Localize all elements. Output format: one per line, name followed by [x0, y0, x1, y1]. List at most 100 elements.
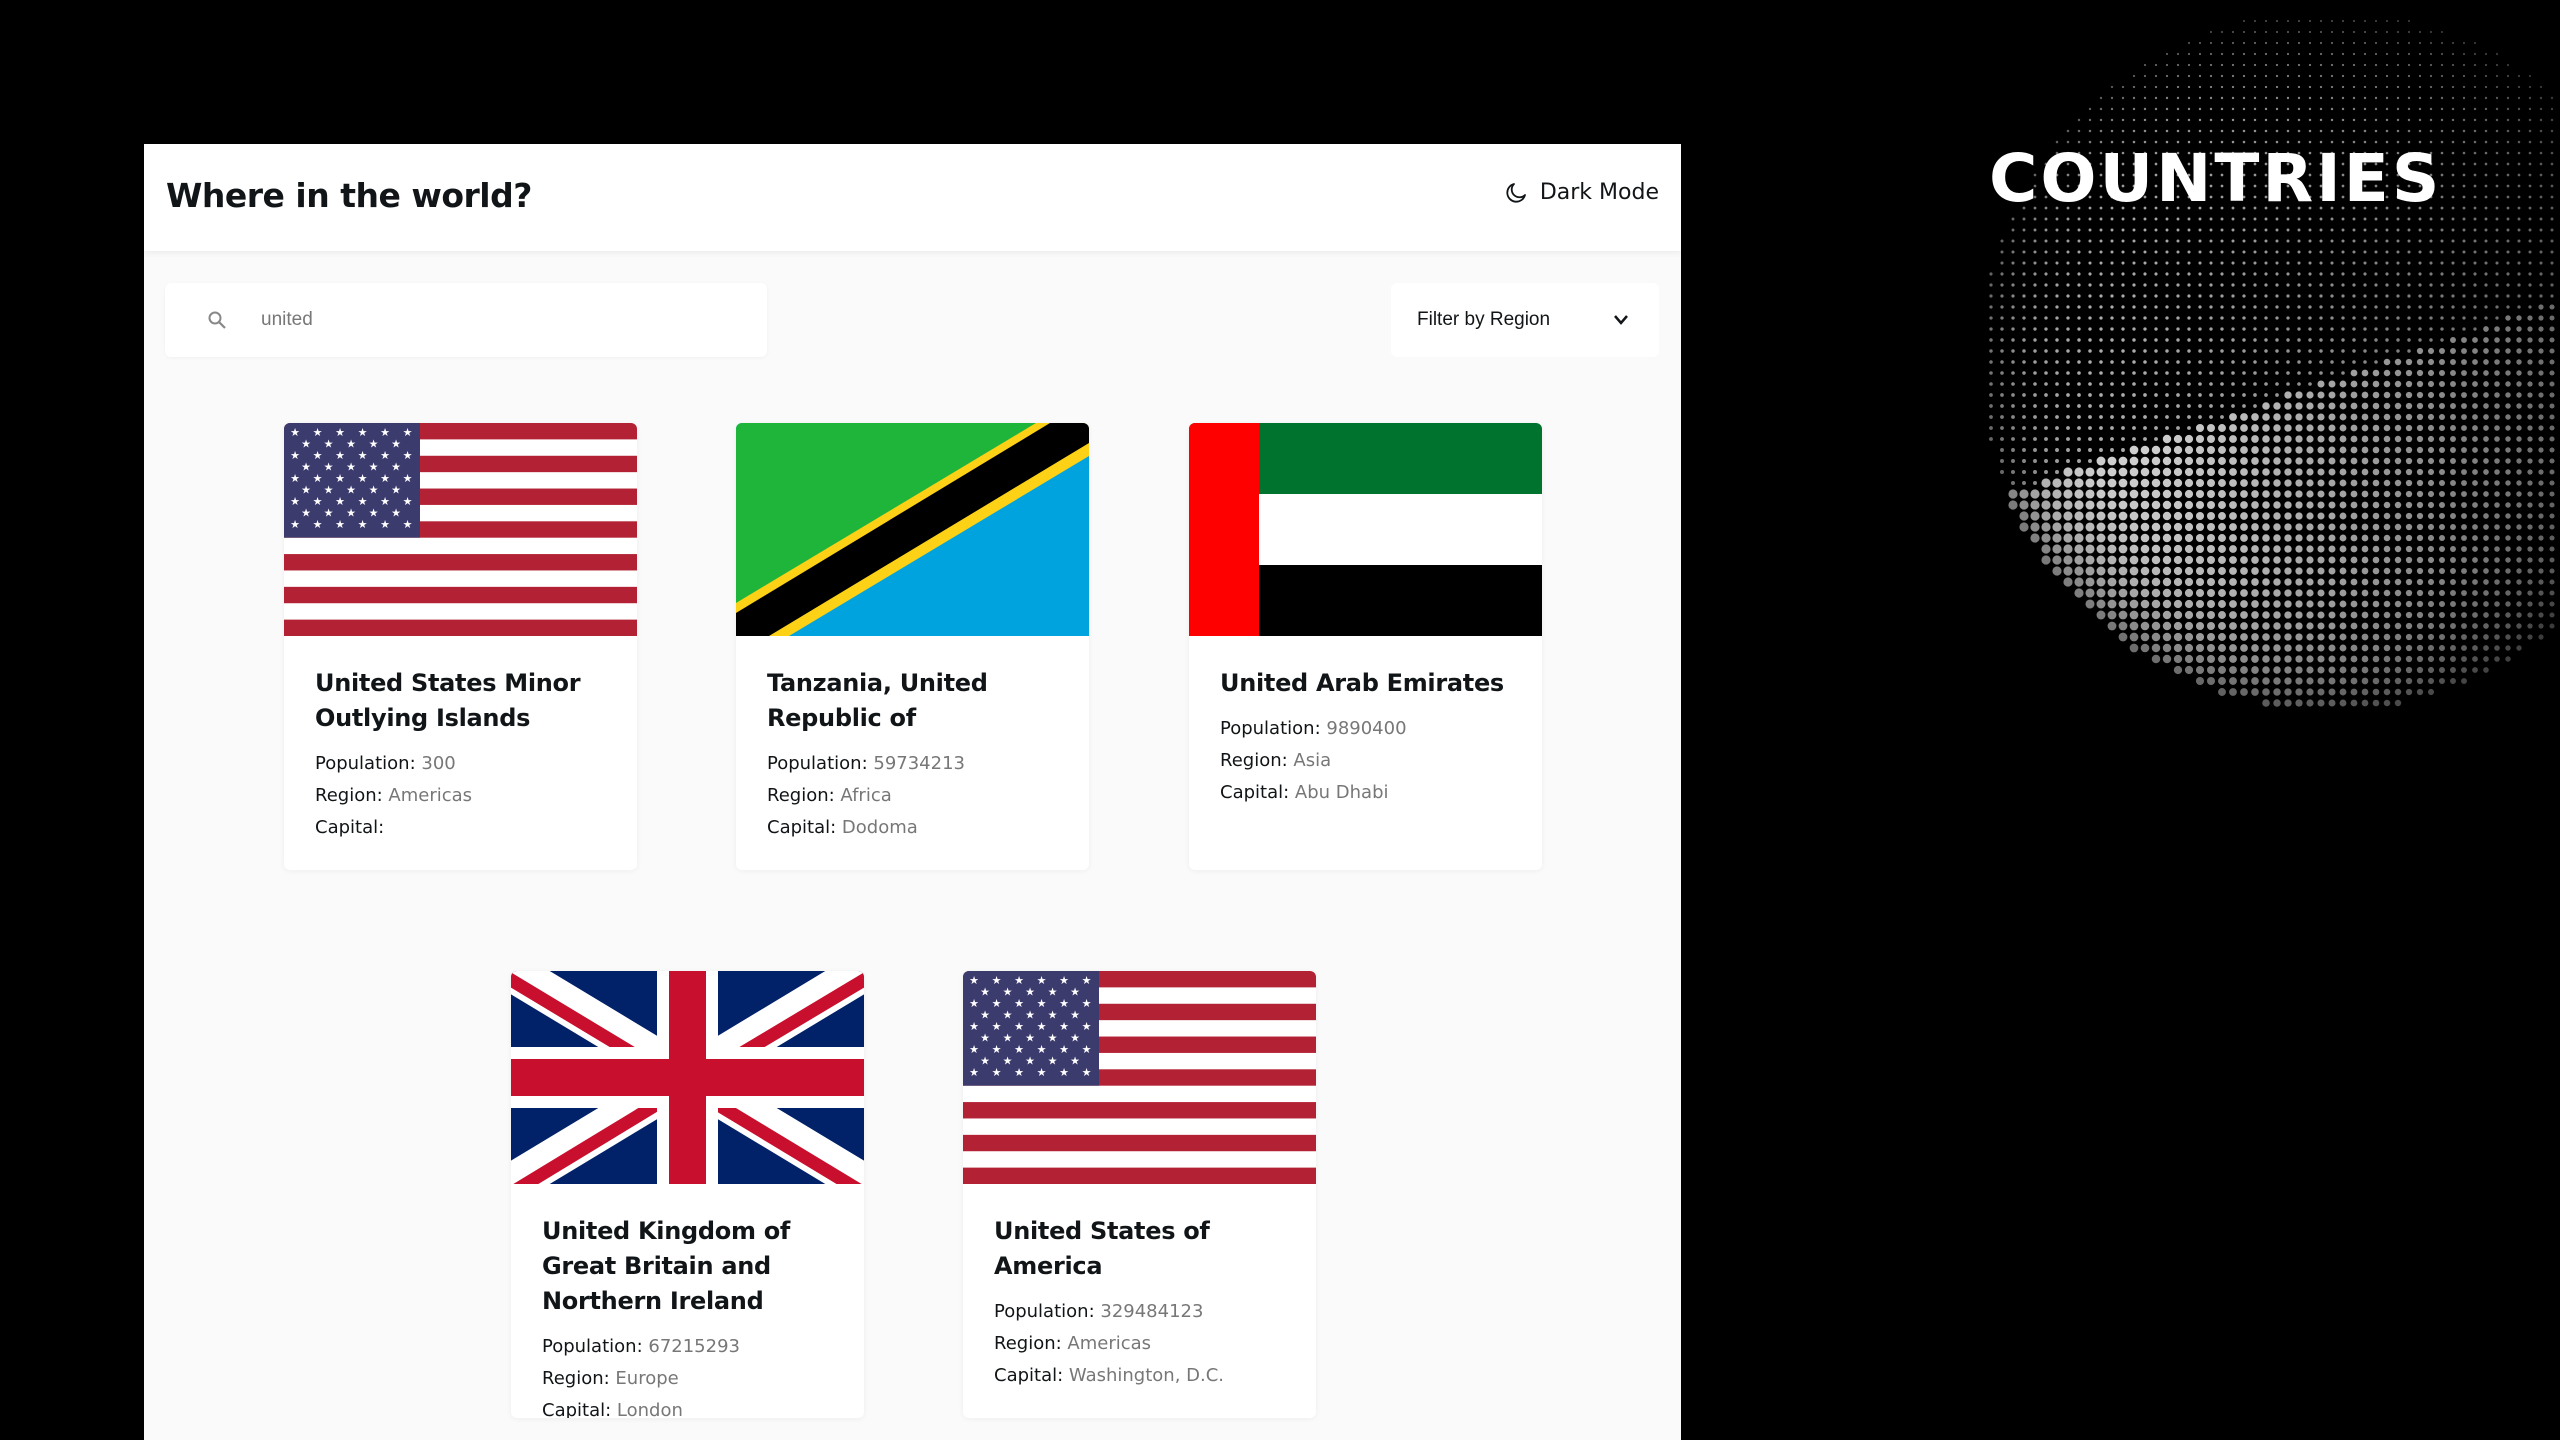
svg-text:★: ★ [358, 518, 368, 531]
svg-text:★: ★ [1048, 1009, 1058, 1022]
svg-text:★: ★ [1003, 1009, 1013, 1022]
svg-text:★: ★ [969, 1066, 979, 1079]
svg-text:★: ★ [1025, 1032, 1035, 1045]
svg-text:★: ★ [1037, 997, 1047, 1010]
svg-text:★: ★ [992, 1066, 1002, 1079]
region-row: Region: Africa [767, 780, 1058, 812]
country-card[interactable]: United Kingdom of Great Britain and Nort… [511, 971, 864, 1418]
svg-text:★: ★ [358, 472, 368, 485]
svg-text:★: ★ [1048, 1032, 1058, 1045]
page-title: Where in the world? [166, 176, 532, 215]
country-card[interactable]: United Arab Emirates Population: 9890400… [1189, 423, 1542, 870]
svg-text:★: ★ [335, 495, 345, 508]
svg-text:★: ★ [1048, 1055, 1058, 1068]
svg-text:★: ★ [403, 426, 413, 439]
svg-text:★: ★ [391, 461, 401, 474]
svg-text:★: ★ [1082, 1020, 1092, 1033]
population-row: Population: 329484123 [994, 1296, 1285, 1328]
region-value: Americas [1067, 1333, 1152, 1354]
capital-label: Capital: [1220, 782, 1290, 803]
svg-text:★: ★ [391, 438, 401, 451]
country-card[interactable]: ★ ★ ★ ★ ★ ★ ★ ★ ★ ★ ★ ★ ★ ★ ★ ★ ★ ★ ★ ★ ★ ★ ★ ★ ★ ★ ★ ★ ★ ★ ★ ★ ★ ★ ★ ★ ★ ★ ★ ★… [284, 423, 637, 870]
svg-text:★: ★ [335, 449, 345, 462]
svg-text:★: ★ [1037, 1020, 1047, 1033]
capital-label: Capital: [994, 1365, 1064, 1386]
svg-text:★: ★ [369, 484, 379, 497]
svg-text:★: ★ [380, 495, 390, 508]
search-box[interactable] [165, 283, 767, 357]
region-row: Region: Americas [994, 1328, 1285, 1360]
moon-icon [1506, 182, 1526, 203]
population-label: Population: [1220, 718, 1321, 739]
svg-text:★: ★ [969, 1043, 979, 1056]
svg-text:★: ★ [969, 997, 979, 1010]
region-label: Region: [542, 1368, 610, 1389]
svg-text:★: ★ [992, 974, 1002, 987]
chevron-down-icon [1614, 315, 1628, 325]
svg-text:★: ★ [369, 507, 379, 520]
svg-text:★: ★ [380, 518, 390, 531]
card-body: Tanzania, United Republic of Population:… [736, 636, 1089, 844]
svg-text:★: ★ [380, 426, 390, 439]
search-input[interactable] [259, 308, 663, 332]
svg-text:★: ★ [403, 495, 413, 508]
svg-text:★: ★ [346, 438, 356, 451]
population-value: 59734213 [873, 753, 965, 774]
svg-text:★: ★ [1048, 986, 1058, 999]
country-name: United Arab Emirates [1220, 669, 1504, 697]
svg-text:★: ★ [1003, 986, 1013, 999]
filter-label: Filter by Region [1417, 309, 1551, 330]
population-value: 329484123 [1100, 1301, 1204, 1322]
svg-text:★: ★ [290, 495, 300, 508]
svg-text:★: ★ [290, 449, 300, 462]
svg-text:★: ★ [1059, 974, 1069, 987]
region-row: Region: Americas [315, 780, 606, 812]
svg-text:★: ★ [1070, 986, 1080, 999]
region-value: Africa [840, 785, 892, 806]
svg-text:★: ★ [369, 438, 379, 451]
svg-text:★: ★ [313, 495, 323, 508]
capital-row: Capital: London [542, 1395, 833, 1418]
svg-text:★: ★ [313, 449, 323, 462]
app-window: Where in the world? Dark Mode Filter by … [144, 144, 1681, 1440]
svg-text:★: ★ [1059, 1020, 1069, 1033]
capital-label: Capital: [767, 817, 837, 838]
svg-text:★: ★ [403, 518, 413, 531]
country-card[interactable]: ★ ★ ★ ★ ★ ★ ★ ★ ★ ★ ★ ★ ★ ★ ★ ★ ★ ★ ★ ★ ★ ★ ★ ★ ★ ★ ★ ★ ★ ★ ★ ★ ★ ★ ★ ★ ★ ★ ★ ★… [963, 971, 1316, 1418]
capital-value: Abu Dhabi [1294, 782, 1389, 803]
capital-row: Capital: Abu Dhabi [1220, 777, 1511, 809]
population-row: Population: 59734213 [767, 748, 1058, 780]
svg-text:★: ★ [1082, 1066, 1092, 1079]
svg-text:★: ★ [1014, 1020, 1024, 1033]
svg-text:★: ★ [1014, 1066, 1024, 1079]
capital-row: Capital: [315, 812, 606, 844]
svg-text:★: ★ [313, 472, 323, 485]
population-value: 67215293 [648, 1336, 740, 1357]
svg-text:★: ★ [1059, 1043, 1069, 1056]
country-name: United States of America [994, 1217, 1210, 1280]
region-value: Asia [1293, 750, 1332, 771]
svg-text:★: ★ [1014, 974, 1024, 987]
svg-text:★: ★ [335, 472, 345, 485]
population-label: Population: [315, 753, 416, 774]
population-row: Population: 67215293 [542, 1331, 833, 1363]
svg-text:★: ★ [346, 507, 356, 520]
card-body: United States Minor Outlying Islands Pop… [284, 636, 637, 844]
svg-text:★: ★ [1070, 1009, 1080, 1022]
region-filter-dropdown[interactable]: Filter by Region [1391, 283, 1659, 357]
svg-text:★: ★ [1082, 974, 1092, 987]
population-label: Population: [767, 753, 868, 774]
svg-text:★: ★ [346, 461, 356, 474]
country-card[interactable]: Tanzania, United Republic of Population:… [736, 423, 1089, 870]
uae-flag-icon [1189, 423, 1542, 636]
dark-mode-toggle[interactable]: Dark Mode [1504, 180, 1659, 205]
svg-text:★: ★ [301, 438, 311, 451]
dark-mode-label: Dark Mode [1539, 180, 1659, 205]
card-body: United States of America Population: 329… [963, 1184, 1316, 1392]
svg-text:★: ★ [980, 1055, 990, 1068]
region-value: Americas [388, 785, 473, 806]
svg-text:★: ★ [969, 1020, 979, 1033]
capital-label: Capital: [542, 1400, 612, 1418]
svg-text:★: ★ [301, 461, 311, 474]
svg-text:★: ★ [290, 518, 300, 531]
